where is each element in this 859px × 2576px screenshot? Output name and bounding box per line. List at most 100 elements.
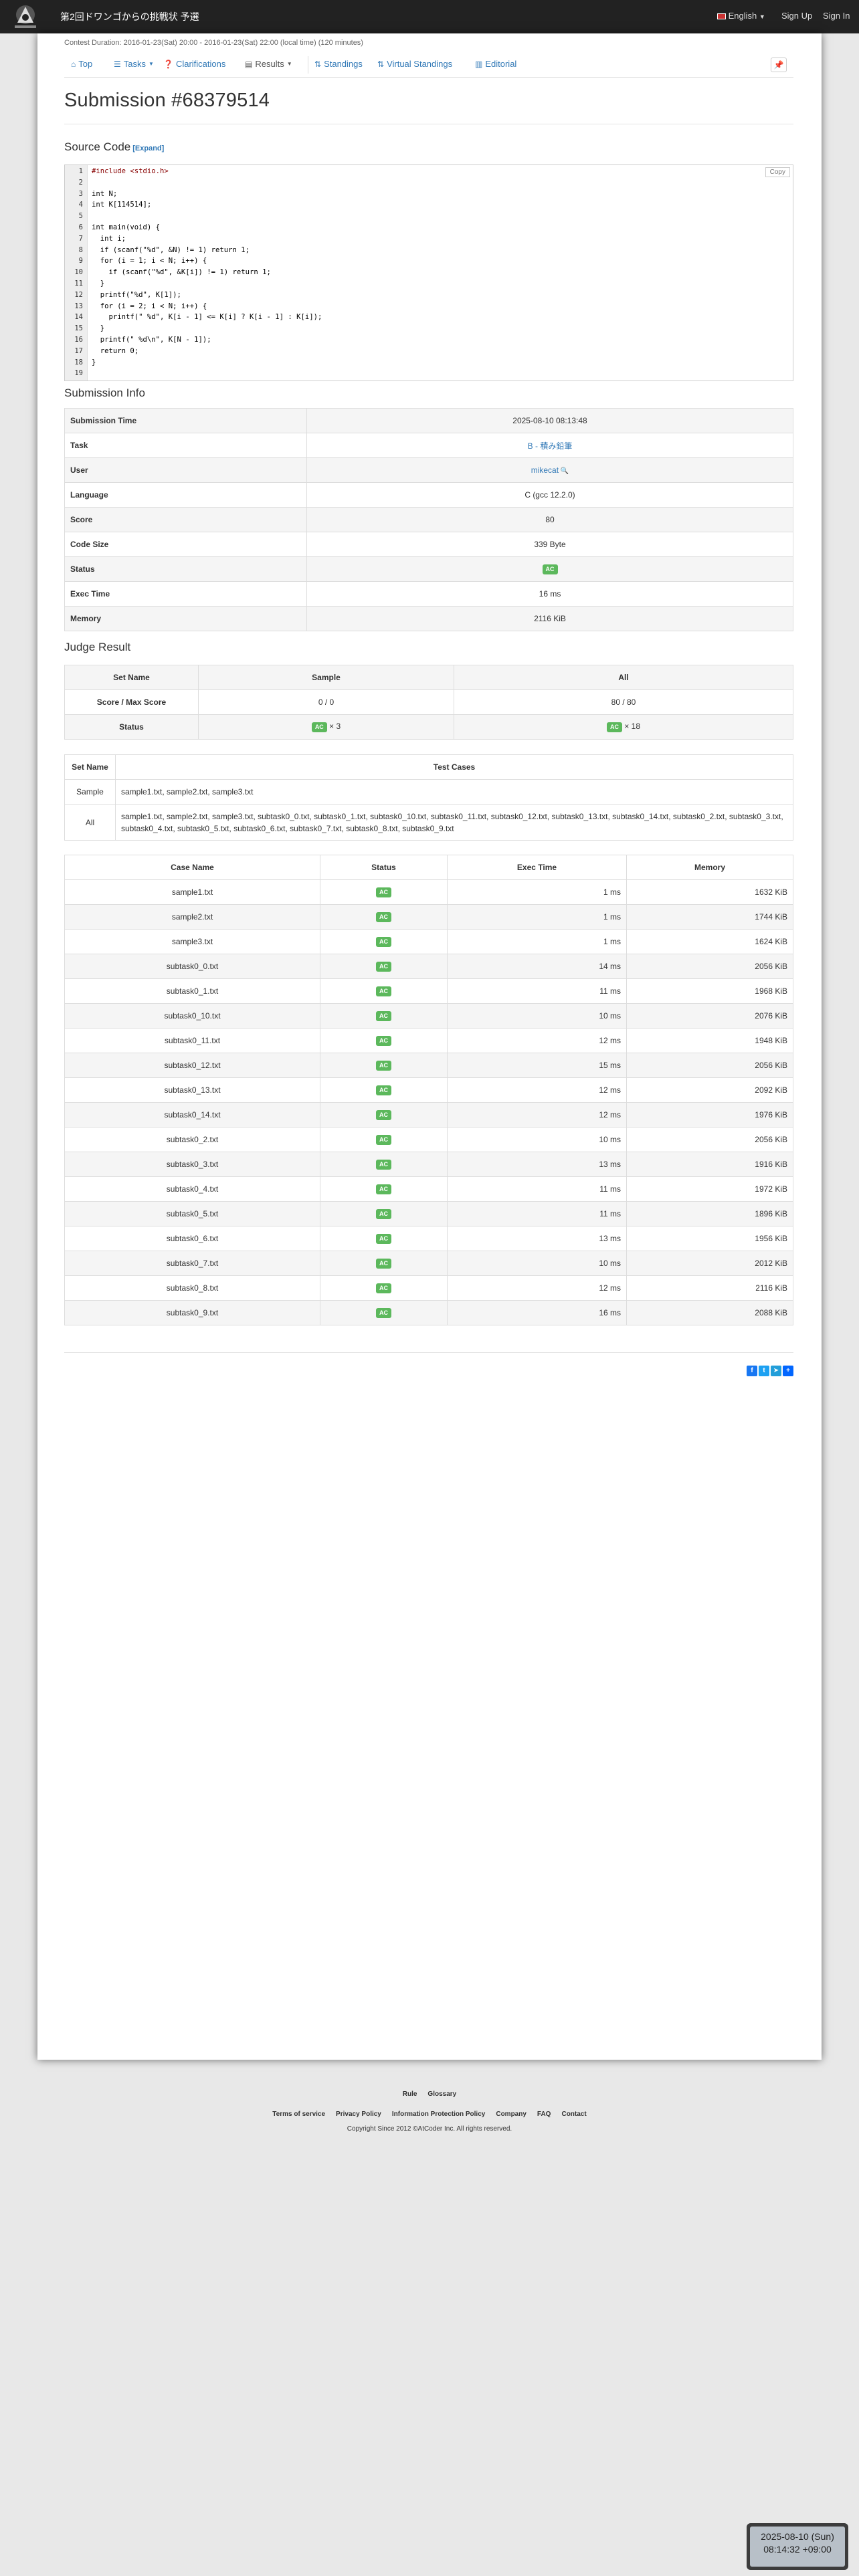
- copy-button[interactable]: Copy: [765, 167, 790, 177]
- info-value: mikecat 🔍: [306, 457, 793, 483]
- sign-up-link[interactable]: Sign Up: [781, 11, 812, 21]
- footer-link-privacy[interactable]: Privacy Policy: [336, 2111, 381, 2118]
- info-row: Memory 2116 KiB: [64, 606, 793, 631]
- info-row: Task B - 積み鉛筆: [64, 433, 793, 458]
- status-badge: AC: [376, 1011, 391, 1021]
- case-time: 1 ms: [447, 879, 627, 905]
- case-time: 12 ms: [447, 1102, 627, 1128]
- info-label: Exec Time: [64, 581, 307, 607]
- footer-link-terms[interactable]: Terms of service: [272, 2111, 325, 2118]
- line-number: 19: [74, 369, 83, 378]
- tab-virtual-standings[interactable]: ⇅ Virtual Standings: [377, 59, 452, 69]
- case-name: subtask0_12.txt: [64, 1053, 320, 1078]
- uk-flag-icon: [717, 13, 726, 20]
- info-value: 339 Byte: [306, 532, 793, 557]
- info-value: AC: [306, 556, 793, 582]
- case-name: subtask0_13.txt: [64, 1077, 320, 1103]
- code-line: printf("%d", K[1]);: [92, 290, 181, 299]
- case-time: 10 ms: [447, 1003, 627, 1029]
- line-number: 3: [78, 189, 83, 198]
- info-value: B - 積み鉛筆: [306, 433, 793, 458]
- telegram-share-icon[interactable]: ➤: [771, 1366, 781, 1376]
- atcoder-logo[interactable]: [8, 3, 43, 31]
- code-line: for (i = 1; i < N; i++) {: [92, 257, 207, 265]
- contest-title[interactable]: 第2回ドワンゴからの挑戦状 予選: [60, 10, 199, 23]
- case-name: subtask0_5.txt: [64, 1201, 320, 1226]
- code-line: for (i = 2; i < N; i++) {: [92, 302, 207, 310]
- tab-tasks[interactable]: ☰ Tasks ▼: [114, 59, 154, 69]
- info-row: User mikecat 🔍: [64, 457, 793, 483]
- col-set-name: Set Name: [64, 665, 199, 690]
- footer-link-faq[interactable]: FAQ: [537, 2111, 551, 2118]
- contest-duration-value[interactable]: 2016-01-23(Sat) 20:00 - 2016-01-23(Sat) …: [124, 39, 363, 47]
- pin-button[interactable]: 📌: [771, 58, 787, 72]
- case-name: subtask0_10.txt: [64, 1003, 320, 1029]
- user-link[interactable]: mikecat: [531, 465, 559, 475]
- table-row: subtask0_7.txt AC 10 ms 2012 KiB: [64, 1251, 793, 1276]
- tab-top[interactable]: ⌂ Top: [71, 59, 92, 69]
- sign-in-link[interactable]: Sign In: [823, 11, 850, 21]
- footer-link-rule[interactable]: Rule: [403, 2090, 417, 2098]
- case-memory: 1976 KiB: [626, 1102, 793, 1128]
- case-memory: 1972 KiB: [626, 1176, 793, 1202]
- info-label: Score: [64, 507, 307, 532]
- status-badge: AC: [376, 1234, 391, 1244]
- line-number: 1: [78, 167, 83, 175]
- expand-link[interactable]: [Expand]: [132, 144, 164, 152]
- status-badge: AC: [542, 564, 558, 574]
- case-status: AC: [320, 879, 448, 905]
- case-status: AC: [320, 978, 448, 1004]
- case-memory: 1896 KiB: [626, 1201, 793, 1226]
- info-value: C (gcc 12.2.0): [306, 482, 793, 508]
- code-line: }: [92, 358, 96, 366]
- tab-clarifications[interactable]: ❓ Clarifications: [163, 59, 225, 69]
- footer-link-company[interactable]: Company: [496, 2111, 527, 2118]
- case-status: AC: [320, 1201, 448, 1226]
- info-value-text: 16 ms: [539, 589, 561, 599]
- facebook-share-icon[interactable]: f: [747, 1366, 757, 1376]
- tab-standings[interactable]: ⇅ Standings: [314, 59, 363, 69]
- code-line: }: [92, 280, 105, 288]
- status-badge: AC: [376, 887, 391, 897]
- case-memory: 2116 KiB: [626, 1275, 793, 1301]
- case-time: 11 ms: [447, 978, 627, 1004]
- line-number: 15: [74, 324, 83, 333]
- footer-link-info-protection[interactable]: Information Protection Policy: [392, 2111, 485, 2118]
- case-status: AC: [320, 1275, 448, 1301]
- case-status: AC: [320, 1102, 448, 1128]
- more-share-icon[interactable]: +: [783, 1366, 793, 1376]
- info-row: Submission Time 2025-08-10 08:13:48: [64, 408, 793, 433]
- table-row: subtask0_4.txt AC 11 ms 1972 KiB: [64, 1176, 793, 1202]
- status-badge: AC: [376, 1036, 391, 1046]
- col-status: Status: [320, 855, 448, 880]
- case-time: 10 ms: [447, 1251, 627, 1276]
- footer-link-glossary[interactable]: Glossary: [427, 2090, 456, 2098]
- code-line: int K[114514];: [92, 201, 152, 209]
- info-label: Language: [64, 482, 307, 508]
- case-time: 11 ms: [447, 1201, 627, 1226]
- search-icon[interactable]: 🔍: [559, 467, 569, 475]
- info-value: 2025-08-10 08:13:48: [306, 408, 793, 433]
- set-name: All: [64, 804, 116, 841]
- case-name: subtask0_9.txt: [64, 1300, 320, 1325]
- info-label: User: [64, 457, 307, 483]
- table-row: subtask0_13.txt AC 12 ms 2092 KiB: [64, 1077, 793, 1103]
- code-line: if (scanf("%d", &K[i]) != 1) return 1;: [92, 268, 271, 277]
- tab-editorial[interactable]: ▥ Editorial: [475, 59, 516, 69]
- language-dropdown[interactable]: English ▼: [717, 11, 765, 21]
- set-name: Sample: [64, 779, 116, 804]
- footer-links-bottom: Terms of service Privacy Policy Informat…: [0, 2111, 859, 2118]
- case-status: AC: [320, 1053, 448, 1078]
- tab-results[interactable]: ▤ Results ▼: [245, 59, 292, 69]
- footer: Rule Glossary Terms of service Privacy P…: [0, 2076, 859, 2133]
- footer-link-contact[interactable]: Contact: [561, 2111, 586, 2118]
- status-badge: AC: [376, 1160, 391, 1170]
- twitter-share-icon[interactable]: t: [759, 1366, 769, 1376]
- main-container: Contest Duration: 2016-01-23(Sat) 20:00 …: [37, 33, 822, 2060]
- sample-status: AC × 3: [198, 714, 454, 740]
- task-link[interactable]: B - 積み鉛筆: [528, 441, 573, 451]
- case-status: AC: [320, 1226, 448, 1251]
- case-time: 1 ms: [447, 929, 627, 954]
- set-cases: sample1.txt, sample2.txt, sample3.txt: [115, 779, 793, 804]
- page-title: Submission #68379514: [64, 90, 270, 111]
